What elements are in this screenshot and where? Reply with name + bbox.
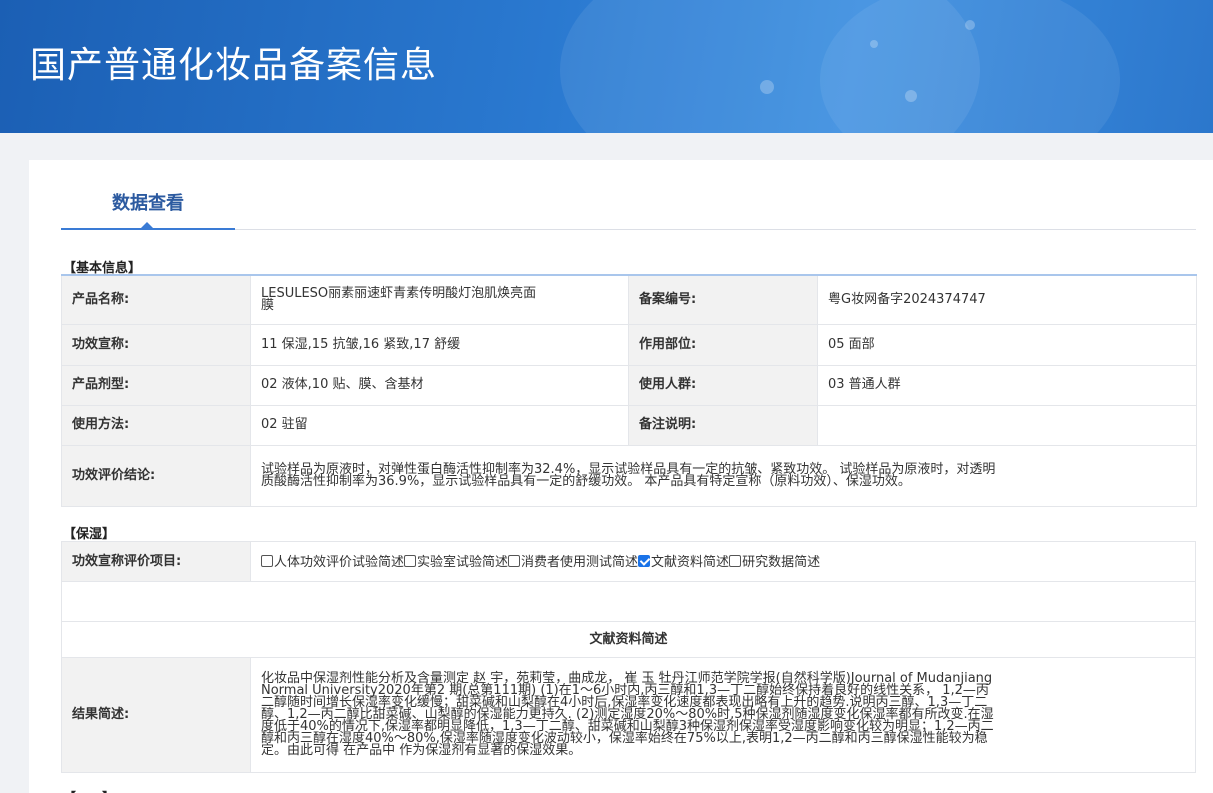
checkbox-consumer-test[interactable] [508, 554, 521, 567]
tab-data-view[interactable]: 数据查看 [61, 186, 235, 230]
basic-info-table: 产品名称: LESULESO丽素丽速虾青素传明酸灯泡肌焕亮面膜 备案编号: 粤G… [61, 274, 1197, 507]
empty-row [61, 581, 1196, 622]
moisturizing-table: 功效宣称评价项目: 人体功效评价试验简述 实验室试验简述 消费者使用测试简述 文献资料… [61, 541, 1196, 773]
target-group-value: 03 普通人群 [817, 364, 1197, 406]
page-banner: 国产普通化妆品备案信息 [0, 0, 1213, 133]
remarks-label: 备注说明: [628, 404, 818, 446]
option-laboratory[interactable]: 实验室试验简述 [404, 554, 509, 570]
banner-decoration [905, 90, 917, 102]
literature-subsection-title: 文献资料简述 [61, 621, 1196, 658]
efficacy-claim-value: 11 保湿,15 抗皱,16 紧致,17 舒缓 [250, 323, 629, 366]
efficacy-claim-label: 功效宣称: [61, 323, 251, 366]
result-value: 化妆品中保湿剂性能分析及含量测定 赵 宇，苑莉莹，曲成龙， 崔 玉 牡丹江师范学… [250, 657, 1196, 773]
option-literature[interactable]: 文献资料简述 [638, 554, 730, 570]
option-label: 研究数据简述 [742, 554, 821, 570]
option-label: 消费者使用测试简述 [521, 554, 639, 570]
usage-method-value: 02 驻留 [250, 404, 629, 446]
checkbox-human-efficacy[interactable] [261, 554, 273, 567]
moisturizing-section-title: 【保湿】 [63, 527, 116, 542]
application-area-value: 05 面部 [817, 323, 1197, 366]
option-human-efficacy[interactable]: 人体功效评价试验简述 [261, 554, 405, 570]
dosage-form-label: 产品剂型: [61, 364, 251, 406]
tab-caret-icon [141, 222, 153, 228]
target-group-label: 使用人群: [628, 364, 818, 406]
efficacy-conclusion-label: 功效评价结论: [61, 444, 251, 507]
option-label: 人体功效评价试验简述 [274, 554, 405, 570]
record-number-value: 粤G妆网备字2024374747 [817, 274, 1197, 325]
evaluation-items-label: 功效宣称评价项目: [61, 541, 251, 582]
page-title: 国产普通化妆品备案信息 [30, 45, 438, 86]
option-label: 实验室试验简述 [417, 554, 509, 570]
product-name-value: LESULESO丽素丽速虾青素传明酸灯泡肌焕亮面膜 [250, 274, 629, 325]
efficacy-conclusion-value: 试验样品为原液时，对弹性蛋白酶活性抑制率为32.4%，显示试验样品具有一定的抗皱… [250, 444, 1197, 507]
option-research-data[interactable]: 研究数据简述 [729, 554, 821, 570]
checkbox-laboratory[interactable] [404, 554, 417, 567]
content-panel: 数据查看 【基本信息】 产品名称: LESULESO丽素丽速虾青素传明酸灯泡肌焕… [29, 160, 1213, 793]
tab-label: 数据查看 [112, 193, 184, 214]
product-name-label: 产品名称: [61, 274, 251, 325]
usage-method-label: 使用方法: [61, 404, 251, 446]
banner-decoration [965, 20, 975, 30]
option-label: 文献资料简述 [651, 554, 730, 570]
record-number-label: 备案编号: [628, 274, 818, 325]
checkbox-research-data[interactable] [729, 554, 742, 567]
application-area-label: 作用部位: [628, 323, 818, 366]
banner-decoration [870, 40, 878, 48]
evaluation-items-options: 人体功效评价试验简述 实验室试验简述 消费者使用测试简述 文献资料简述 研究数据简述 [250, 541, 1196, 582]
result-label: 结果简述: [61, 657, 251, 773]
banner-decoration [760, 80, 774, 94]
checkbox-literature[interactable] [638, 554, 651, 567]
tab-bar: 数据查看 [61, 160, 1196, 230]
option-consumer-test[interactable]: 消费者使用测试简述 [508, 554, 639, 570]
remarks-value [817, 404, 1197, 446]
dosage-form-value: 02 液体,10 贴、膜、含基材 [250, 364, 629, 406]
next-section-title: 【……】 [63, 787, 115, 793]
